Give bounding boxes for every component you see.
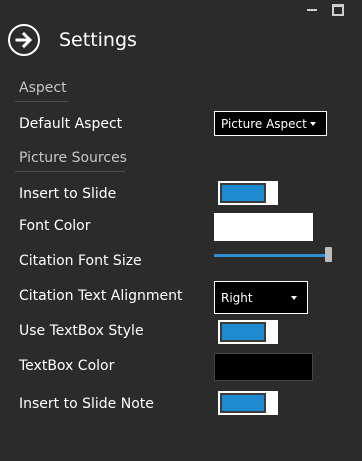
section-divider-aspect	[15, 101, 68, 102]
insert-to-slide-note-label: Insert to Slide Note	[19, 396, 154, 412]
font-color-swatch[interactable]	[214, 213, 313, 241]
chevron-down-icon	[310, 121, 316, 126]
toggle-track	[220, 393, 266, 413]
default-aspect-label: Default Aspect	[19, 116, 123, 132]
section-header-picture-sources: Picture Sources	[19, 150, 127, 166]
section-divider-picture-sources	[15, 171, 125, 172]
insert-to-slide-label: Insert to Slide	[19, 186, 117, 202]
default-aspect-dropdown[interactable]: Picture Aspect	[214, 111, 327, 136]
arrow-right-icon	[15, 31, 33, 49]
citation-text-alignment-label: Citation Text Alignment	[19, 288, 183, 304]
section-header-aspect: Aspect	[19, 80, 67, 96]
default-aspect-value: Picture Aspect	[221, 116, 307, 131]
citation-font-size-label: Citation Font Size	[19, 253, 142, 269]
page-title: Settings	[59, 29, 137, 51]
citation-text-alignment-value: Right	[221, 290, 253, 305]
textbox-color-swatch[interactable]	[214, 353, 313, 381]
citation-font-size-slider-thumb[interactable]	[325, 247, 332, 262]
use-textbox-style-label: Use TextBox Style	[19, 323, 144, 339]
textbox-color-label: TextBox Color	[19, 358, 115, 374]
toggle-track	[220, 183, 266, 203]
back-button[interactable]	[8, 24, 40, 56]
minimize-icon[interactable]	[306, 4, 318, 16]
use-textbox-style-toggle[interactable]	[218, 320, 278, 344]
toggle-track	[220, 322, 266, 342]
maximize-icon[interactable]	[332, 4, 344, 16]
font-color-label: Font Color	[19, 218, 91, 234]
citation-font-size-slider-track[interactable]	[214, 254, 327, 257]
citation-text-alignment-dropdown[interactable]: Right	[214, 281, 308, 314]
insert-to-slide-toggle[interactable]	[218, 181, 278, 205]
chevron-down-icon	[291, 295, 297, 300]
insert-to-slide-note-toggle[interactable]	[218, 391, 278, 415]
